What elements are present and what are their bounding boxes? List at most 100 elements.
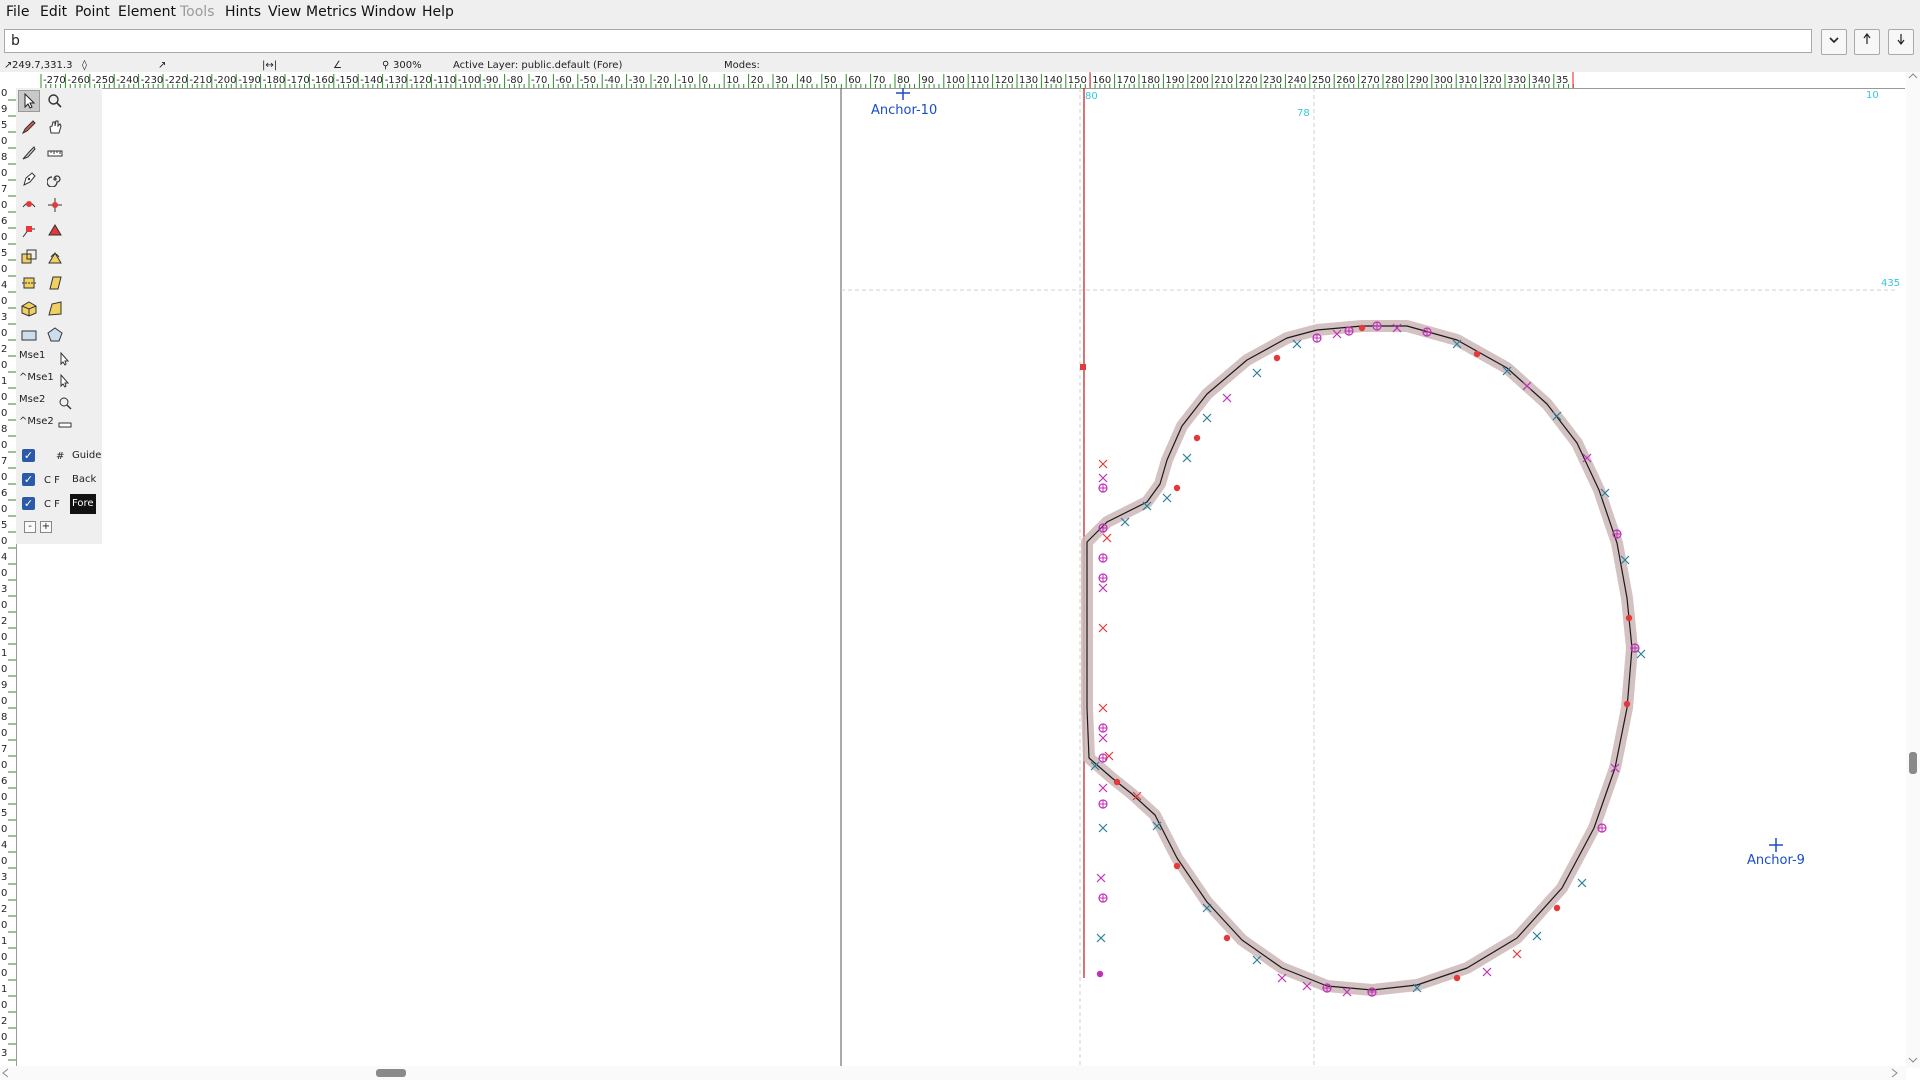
curve-point[interactable] xyxy=(1098,893,1108,903)
ruler-tool[interactable] xyxy=(44,142,66,164)
glyph-outline[interactable] xyxy=(1086,325,1633,991)
curve-point[interactable] xyxy=(1422,327,1432,337)
layer-visible-checkbox[interactable]: ✓ xyxy=(22,497,35,510)
freehand-tool[interactable] xyxy=(18,116,40,138)
control-point-handle[interactable] xyxy=(1098,823,1108,833)
menu-element[interactable]: Element xyxy=(118,4,176,20)
curve-point[interactable] xyxy=(1597,823,1607,833)
curve-point[interactable] xyxy=(1098,799,1108,809)
control-point-handle[interactable] xyxy=(1512,949,1522,959)
on-curve-point[interactable] xyxy=(1173,862,1181,870)
control-point-handle[interactable] xyxy=(1098,459,1108,469)
layer-row-back[interactable]: ✓ C F Back xyxy=(16,470,102,490)
next-glyph-button[interactable] xyxy=(1888,29,1914,55)
on-curve-point[interactable] xyxy=(1625,614,1633,622)
corner-tool[interactable] xyxy=(18,220,40,242)
control-point-handle[interactable] xyxy=(1096,933,1106,943)
layer-visible-checkbox[interactable]: ✓ xyxy=(22,473,35,486)
flip-tool[interactable] xyxy=(18,272,40,294)
curve-point[interactable] xyxy=(1322,983,1332,993)
remove-layer-button[interactable]: - xyxy=(24,521,36,533)
curve-point[interactable] xyxy=(1344,326,1354,336)
on-curve-point[interactable] xyxy=(1193,434,1201,442)
control-point-handle[interactable] xyxy=(1098,583,1108,593)
on-curve-point[interactable] xyxy=(1553,904,1561,912)
scroll-tool[interactable] xyxy=(44,116,66,138)
curve-point[interactable] xyxy=(1098,753,1108,763)
control-point-handle[interactable] xyxy=(1096,873,1106,883)
menu-metrics[interactable]: Metrics xyxy=(306,4,357,20)
menu-file[interactable]: File xyxy=(6,4,29,20)
control-point-handle[interactable] xyxy=(1277,973,1287,983)
on-curve-point[interactable] xyxy=(1223,934,1231,942)
glyph-dropdown-button[interactable] xyxy=(1821,29,1847,55)
control-point-handle[interactable] xyxy=(1202,413,1212,423)
curve-point[interactable] xyxy=(1312,333,1322,343)
tangent-tool[interactable] xyxy=(44,220,66,242)
horizontal-ruler[interactable]: -270 -260 -250 -240 -230 -220 -210 -200 -190 -180… xyxy=(17,72,1905,89)
on-curve-point[interactable] xyxy=(1173,484,1181,492)
vertical-scrollbar[interactable] xyxy=(1906,72,1920,1068)
menu-view[interactable]: View xyxy=(268,4,301,20)
on-curve-point[interactable] xyxy=(1453,974,1461,982)
knife-tool[interactable] xyxy=(18,142,40,164)
pointer-tool[interactable] xyxy=(18,90,40,112)
menu-hints[interactable]: Hints xyxy=(225,4,261,20)
layer-row-fore[interactable]: ✓ C F Fore xyxy=(16,494,102,514)
perspective-tool[interactable] xyxy=(44,298,66,320)
horizontal-scroll-thumb[interactable] xyxy=(376,1069,406,1077)
curve-point[interactable] xyxy=(1098,523,1108,533)
control-point-handle[interactable] xyxy=(1577,878,1587,888)
control-point-handle[interactable] xyxy=(1636,649,1646,659)
rectangle-tool[interactable] xyxy=(18,324,40,346)
scale-tool[interactable] xyxy=(18,246,40,268)
menu-help[interactable]: Help xyxy=(422,4,454,20)
on-curve-point[interactable] xyxy=(1096,970,1104,978)
control-point-handle[interactable] xyxy=(1098,473,1108,483)
anchor-9-marker[interactable]: Anchor-9 xyxy=(1747,838,1805,868)
previous-glyph-button[interactable] xyxy=(1854,29,1880,55)
on-curve-point[interactable] xyxy=(1473,350,1481,358)
control-point-handle[interactable] xyxy=(1482,967,1492,977)
glyph-canvas[interactable]: 80 78 435 10 Anchor-10 Anchor-9 xyxy=(17,88,1906,1066)
control-point-handle[interactable] xyxy=(1098,703,1108,713)
rotate-tool[interactable] xyxy=(44,246,66,268)
on-curve-point[interactable] xyxy=(1358,324,1366,332)
layer-row-guide[interactable]: ✓ # Guide xyxy=(16,446,102,466)
curve-point[interactable] xyxy=(1098,553,1108,563)
control-point-handle[interactable] xyxy=(1182,453,1192,463)
control-point-handle[interactable] xyxy=(1252,368,1262,378)
control-point-handle[interactable] xyxy=(1098,783,1108,793)
on-curve-point[interactable] xyxy=(1623,700,1631,708)
rotate-3d-tool[interactable] xyxy=(18,298,40,320)
stem-point[interactable] xyxy=(1080,364,1086,370)
menu-point[interactable]: Point xyxy=(75,4,110,20)
control-point-handle[interactable] xyxy=(1162,493,1172,503)
glyph-name-input[interactable]: b xyxy=(4,29,1812,53)
curve-point[interactable] xyxy=(1372,321,1382,331)
curve-point-tool[interactable] xyxy=(18,194,40,216)
curve-point[interactable] xyxy=(1098,483,1108,493)
curve-point[interactable] xyxy=(1612,529,1622,539)
layer-name[interactable]: Guide xyxy=(70,446,103,466)
menu-tools[interactable]: Tools xyxy=(180,4,215,20)
on-curve-point[interactable] xyxy=(1113,778,1121,786)
anchor-10-marker[interactable]: Anchor-10 xyxy=(871,88,937,118)
polygon-tool[interactable] xyxy=(44,324,66,346)
pen-tool[interactable] xyxy=(18,168,40,190)
spiro-tool[interactable] xyxy=(44,168,66,190)
control-point-handle[interactable] xyxy=(1222,393,1232,403)
control-point-handle[interactable] xyxy=(1098,733,1108,743)
magnify-tool[interactable] xyxy=(44,90,66,112)
vertical-scroll-thumb[interactable] xyxy=(1909,752,1917,774)
hv-curve-tool[interactable] xyxy=(44,194,66,216)
curve-point[interactable] xyxy=(1098,573,1108,583)
control-point-handle[interactable] xyxy=(1102,533,1112,543)
curve-point[interactable] xyxy=(1098,723,1108,733)
on-curve-point[interactable] xyxy=(1273,354,1281,362)
menu-window[interactable]: Window xyxy=(361,4,416,20)
skew-tool[interactable] xyxy=(44,272,66,294)
layer-name[interactable]: Back xyxy=(70,470,98,490)
control-point-handle[interactable] xyxy=(1098,623,1108,633)
horizontal-scrollbar[interactable] xyxy=(0,1066,1906,1080)
